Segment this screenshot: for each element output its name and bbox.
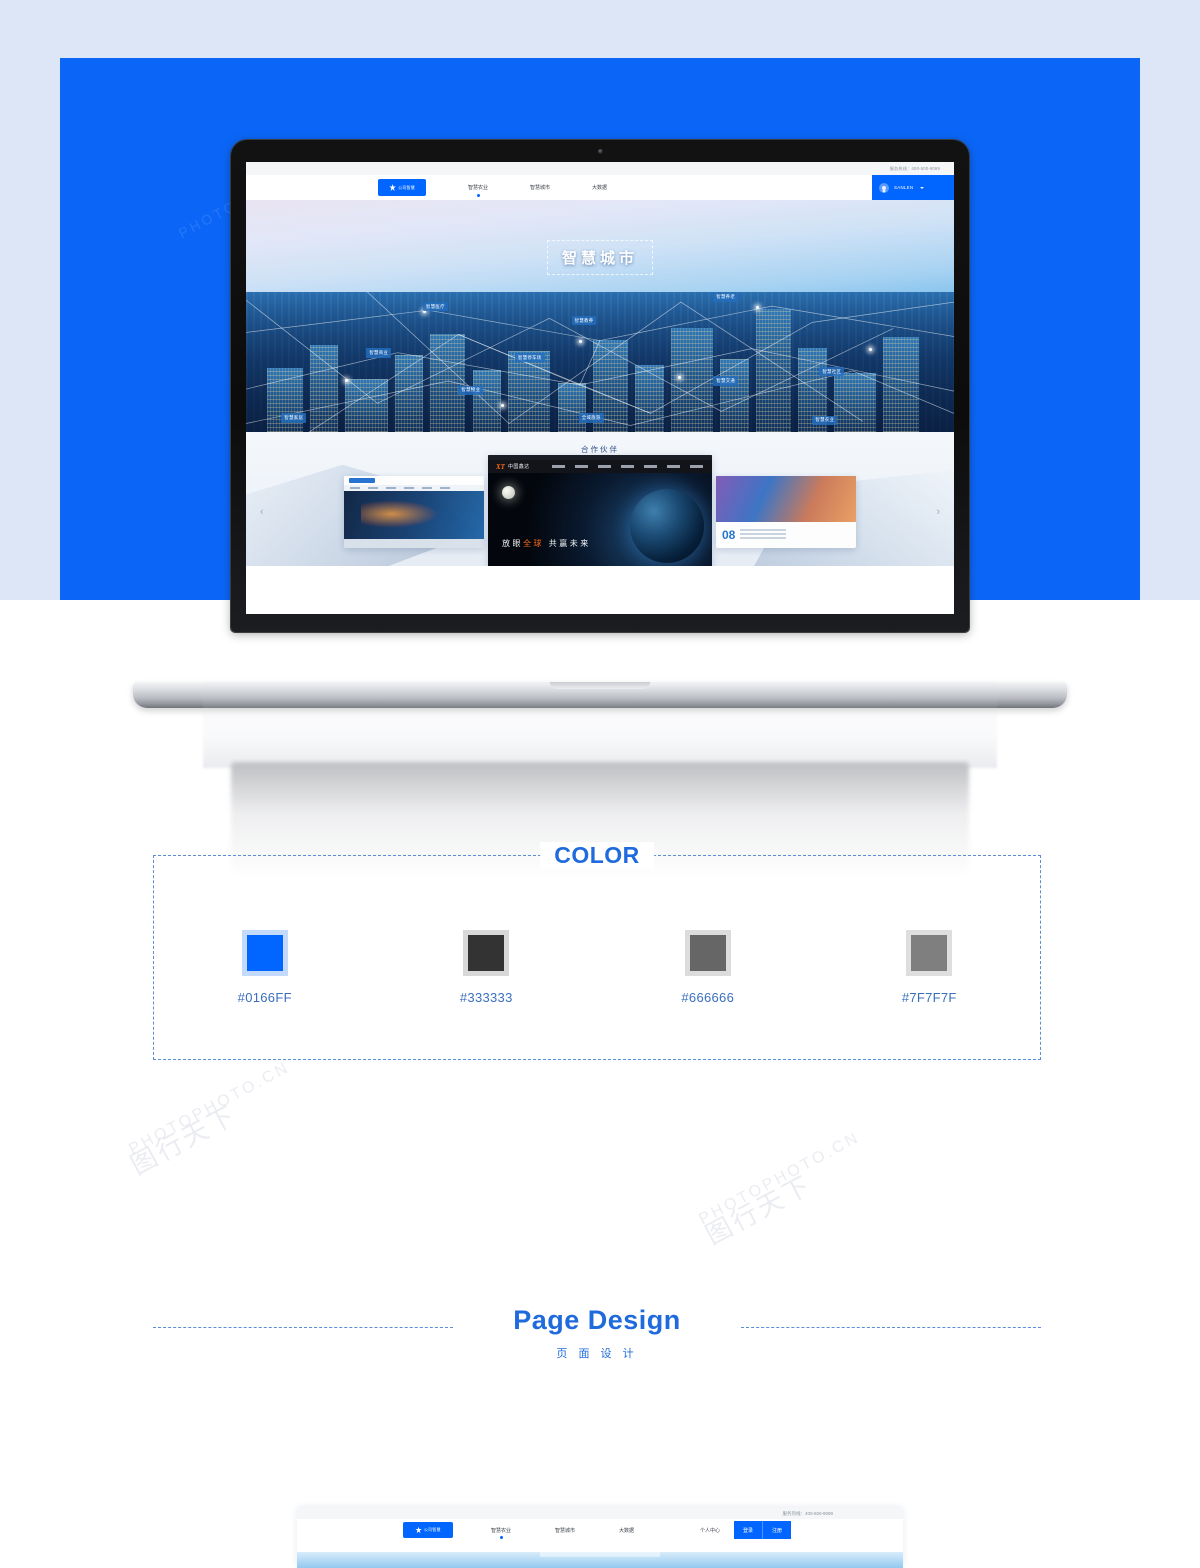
swatch-label: #7F7F7F [901,990,957,1005]
divider-right [741,1327,1041,1328]
chevron-down-icon [920,186,925,189]
site-navbar: 公司智慧 智慧农业 智慧城市 大数据 SANLEN [246,175,954,232]
swatch-label: #666666 [681,990,735,1005]
divider-left [153,1327,453,1328]
hotspot-tag-medical[interactable]: 智慧医疗 [423,302,448,312]
laptop-screen: 服务热线：400-500-9099 公司智慧 智慧农业 智慧城市 大数据 SAN… [246,162,954,614]
laptop-lid: 服务热线：400-500-9099 公司智慧 智慧农业 智慧城市 大数据 SAN… [231,140,969,632]
preview-topbar: 服务热线：400-500-9099 [297,1508,903,1519]
partner-title-cn: 合作伙伴 [581,445,619,454]
hotspot-tag-agri[interactable]: 智慧农业 [812,415,838,425]
swatch-frame [906,930,953,976]
hero-cityscape [246,292,954,432]
swatch-chip [246,935,283,971]
color-section: COLOR #0166FF #333333 #666666 #7F7F7F [153,842,1041,1060]
color-swatch-item[interactable]: #7F7F7F [819,930,1041,1005]
partner-card-number: 08 [722,528,736,542]
partner-slogan: 放眼全球 共赢未来 [502,539,591,548]
register-button[interactable]: 注册 [761,1521,791,1539]
color-swatch-item[interactable]: #666666 [597,930,819,1005]
hotspot-tag-parking[interactable]: 智慧停车场 [515,353,545,363]
preview-auth-buttons: 登录 注册 [733,1521,791,1539]
logo-text: 公司智慧 [398,184,415,190]
preview-hero [297,1552,903,1568]
hotspot-tag-home[interactable]: 智慧家居 [281,413,307,423]
design-presentation-page: PHOTOPHOTO.CN PHOTOPHOTO.CN 图行天下 服务热线：40… [0,0,1200,1568]
partner-section: 合作伙伴 COOPERATIVE PARTNER ‹ [246,432,954,566]
color-section-title: COLOR [540,842,654,869]
preview-nav-links: 智慧农业 智慧城市 大数据 [491,1527,634,1539]
swatch-label: #333333 [459,990,513,1005]
color-swatch-list: #0166FF #333333 #666666 #7F7F7F [154,930,1040,1005]
partner-brand-name: 中国鑫达 [507,464,530,470]
preview-navbar: 公司智慧 智慧农业 智慧城市 大数据 个人中心 登录 注册 [297,1519,903,1541]
page-design-title-cn: 页 面 设 计 [556,1348,638,1360]
page-design-section: Page Design 页 面 设 计 [153,1305,1041,1361]
login-button[interactable]: 登录 [733,1521,762,1539]
nav-item-bigdata[interactable]: 大数据 [592,184,607,191]
website-mockup: 服务热线：400-500-9099 公司智慧 智慧农业 智慧城市 大数据 SAN… [246,162,954,614]
hotline-text: 服务热线：400-500-9099 [889,165,940,171]
laptop-mockup: 服务热线：400-500-9099 公司智慧 智慧农业 智慧城市 大数据 SAN… [133,140,1067,878]
user-account-button[interactable]: SANLEN [872,175,954,200]
globe-graphic [630,489,704,563]
page-design-title-en: Page Design [513,1305,681,1335]
preview-nav-agriculture[interactable]: 智慧农业 [491,1527,511,1539]
partner-card-center[interactable]: XT 中国鑫达 放眼全球 共赢未来 [488,455,712,566]
site-nav-links: 智慧农业 智慧城市 大数据 [468,184,607,197]
hotspot-tag-elderly[interactable]: 智慧养老 [713,292,739,302]
swatch-frame [241,930,288,976]
swatch-frame [463,930,510,976]
hotspot-tag-tourism[interactable]: 全域旅游 [578,413,604,423]
hotspot-tag-education[interactable]: 智慧教养 [571,316,597,326]
preview-logo-text: 公司智慧 [423,1527,441,1532]
hotspot-tag-community[interactable]: 智慧社区 [819,367,845,377]
site-topbar: 服务热线：400-500-9099 [246,162,954,175]
laptop-base-reflection [203,650,997,768]
nav-item-city[interactable]: 智慧城市 [530,184,550,191]
carousel-prev-arrow[interactable]: ‹ [260,506,264,518]
color-swatch-item[interactable]: #0166FF [154,930,376,1005]
preview-hotline: 服务热线：400-500-9099 [782,1510,833,1516]
bottom-page-preview: 服务热线：400-500-9099 公司智慧 智慧农业 智慧城市 大数据 个人中… [297,1508,903,1568]
hero-title-frame: 智慧城市 [546,240,654,275]
swatch-chip [689,935,726,971]
color-swatch-item[interactable]: #333333 [376,930,598,1005]
swatch-frame [684,930,731,976]
swatch-label: #0166FF [237,990,292,1005]
webcam-icon [597,149,603,154]
preview-nav-bigdata[interactable]: 大数据 [619,1527,634,1534]
hero-banner: 智慧城市 智慧医疗 智慧教养 智慧养老 智慧商业 智慧停车场 智慧交通 智慧社区… [246,200,954,432]
preview-actions: 个人中心 登录 注册 [700,1521,791,1539]
user-name-label: SANLEN [894,185,914,190]
moon-graphic [502,486,515,499]
partner-card-left[interactable] [344,476,484,548]
hero-title: 智慧城市 [561,250,639,267]
site-logo[interactable]: 公司智慧 [378,179,426,196]
logo-star-icon [389,184,396,191]
preview-user-center-link[interactable]: 个人中心 [700,1527,720,1534]
partner-brand-mark: XT [496,462,505,471]
hotspot-tag-business[interactable]: 智慧商业 [366,348,392,358]
partner-carousel: ‹ XT 中国鑫达 放眼全球 共赢未来 08 › [246,455,954,566]
swatch-chip [468,935,505,971]
carousel-next-arrow[interactable]: › [936,506,940,518]
partner-card-right[interactable]: 08 [716,476,856,548]
avatar [879,182,889,193]
preview-logo[interactable]: 公司智慧 [403,1522,453,1538]
swatch-chip [911,935,948,971]
network-lines [246,292,954,432]
preview-nav-city[interactable]: 智慧城市 [555,1527,575,1534]
hotspot-tag-property[interactable]: 智慧物业 [458,385,484,395]
hotspot-tag-traffic[interactable]: 智慧交通 [713,376,739,386]
nav-item-agriculture[interactable]: 智慧农业 [468,184,488,197]
logo-star-icon [415,1526,422,1534]
